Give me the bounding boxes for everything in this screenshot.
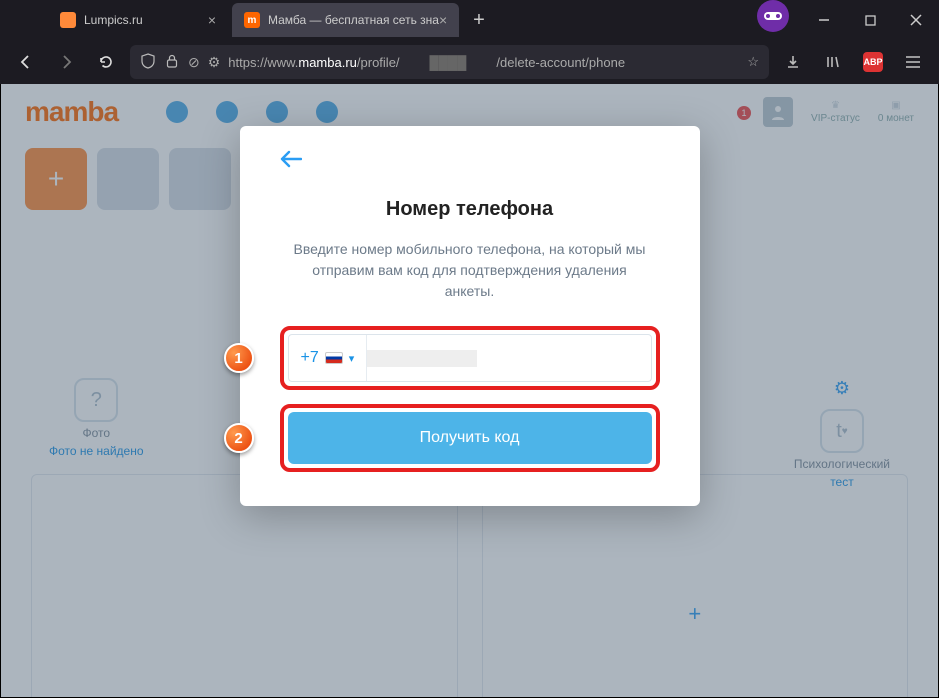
close-icon[interactable]: × [439, 12, 447, 28]
forward-button[interactable] [50, 46, 82, 78]
window-controls [757, 0, 939, 40]
back-button[interactable] [10, 46, 42, 78]
page-content: mamba 1 ♛ VIP-статус ▣ 0 монет [0, 84, 939, 698]
abp-icon[interactable]: ABP [857, 46, 889, 78]
browser-titlebar: Lumpics.ru × m Мамба — бесплатная сеть з… [0, 0, 939, 40]
annotation-highlight: +7 ▾ [280, 326, 660, 390]
phone-field-row: 1 +7 ▾ [280, 326, 660, 390]
flag-ru-icon [325, 352, 343, 364]
browser-tab[interactable]: m Мамба — бесплатная сеть зна × [232, 3, 459, 37]
shield-icon [140, 53, 156, 72]
url-text: https://www.mamba.ru/profile/████/delete… [228, 55, 739, 70]
browser-toolbar: ⊘ ⚙ https://www.mamba.ru/profile/████/de… [0, 40, 939, 84]
maximize-button[interactable] [847, 0, 893, 40]
url-bar[interactable]: ⊘ ⚙ https://www.mamba.ru/profile/████/de… [130, 45, 769, 79]
submit-row: 2 Получить код [280, 404, 660, 472]
annotation-highlight: Получить код [280, 404, 660, 472]
new-tab-button[interactable]: + [463, 9, 495, 32]
permissions-icon: ⊘ [188, 54, 200, 71]
close-button[interactable] [893, 0, 939, 40]
browser-tabs: Lumpics.ru × m Мамба — бесплатная сеть з… [0, 0, 495, 40]
get-code-button[interactable]: Получить код [288, 412, 652, 464]
library-icon[interactable] [817, 46, 849, 78]
reload-button[interactable] [90, 46, 122, 78]
back-arrow-icon[interactable] [280, 148, 660, 174]
bookmark-star-icon[interactable]: ☆ [747, 54, 759, 70]
tracking-icon: ⚙ [208, 54, 221, 71]
modal-description: Введите номер мобильного телефона, на ко… [280, 239, 660, 302]
browser-tab[interactable]: Lumpics.ru × [48, 3, 228, 37]
minimize-button[interactable] [801, 0, 847, 40]
phone-modal: Номер телефона Введите номер мобильного … [240, 126, 700, 506]
lock-icon [164, 54, 180, 71]
country-code: +7 [301, 349, 319, 367]
privacy-mask-icon [757, 0, 789, 32]
favicon-icon [60, 12, 76, 28]
phone-field[interactable]: +7 ▾ [288, 334, 652, 382]
country-code-selector[interactable]: +7 ▾ [289, 335, 368, 381]
tab-label: Lumpics.ru [84, 13, 143, 27]
close-icon[interactable]: × [208, 12, 216, 28]
annotation-marker-1: 1 [224, 343, 254, 373]
modal-title: Номер телефона [280, 198, 660, 221]
menu-icon[interactable] [897, 46, 929, 78]
phone-input[interactable] [367, 350, 650, 367]
favicon-icon: m [244, 12, 260, 28]
chevron-down-icon: ▾ [349, 352, 355, 365]
tab-label: Мамба — бесплатная сеть зна [268, 13, 439, 27]
annotation-marker-2: 2 [224, 423, 254, 453]
downloads-icon[interactable] [777, 46, 809, 78]
